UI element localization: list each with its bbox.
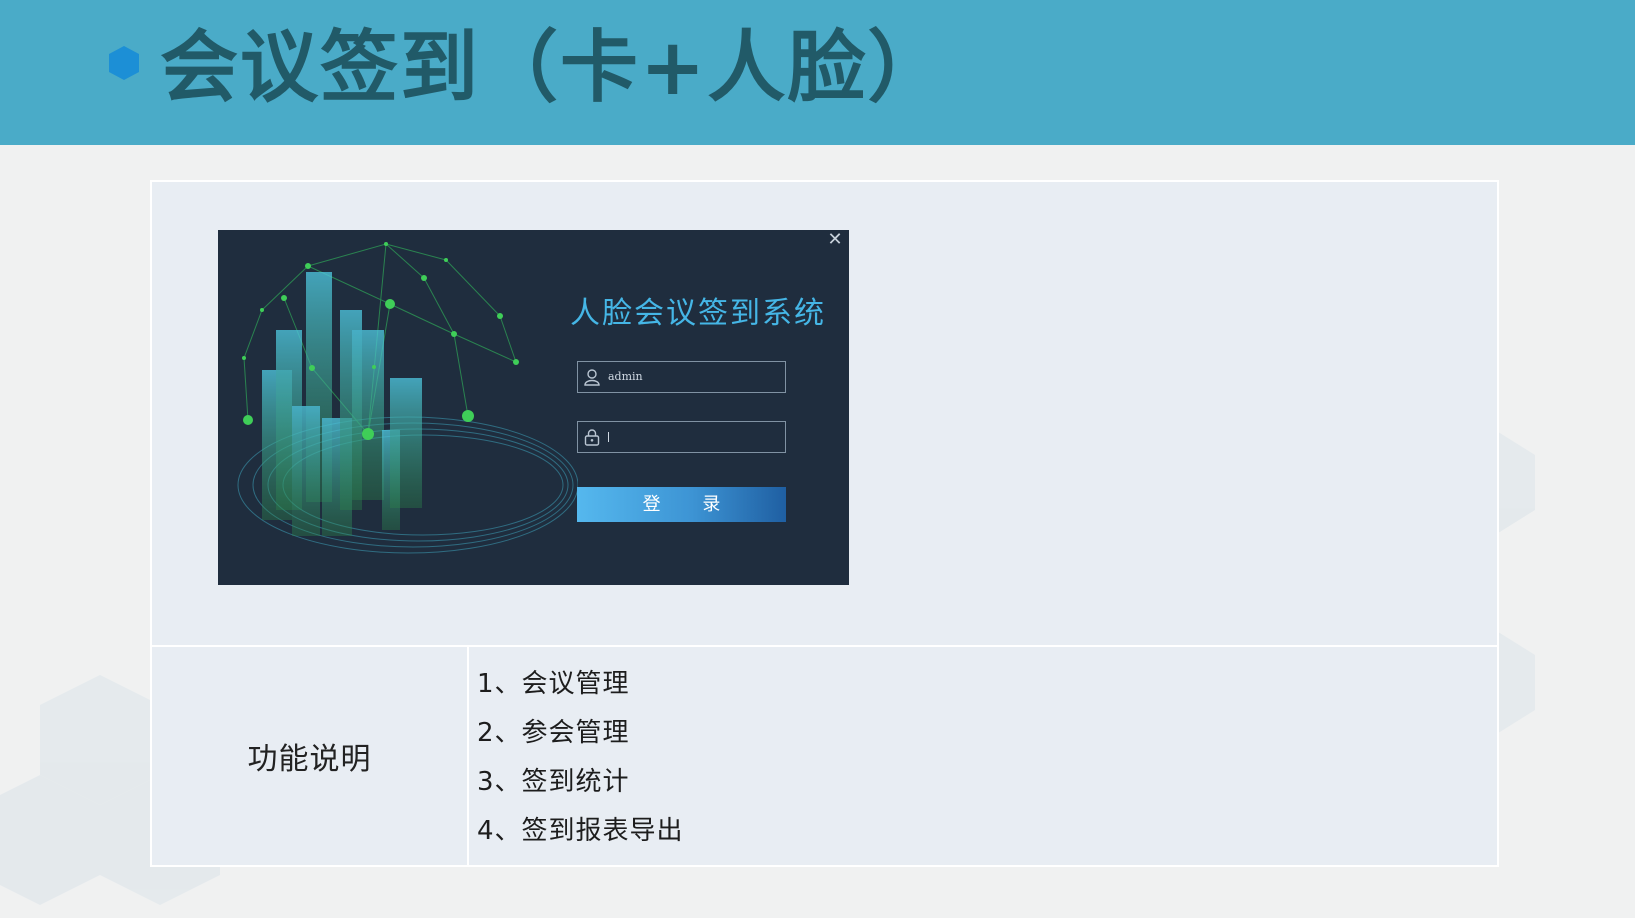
- text-caret: [608, 432, 609, 442]
- city-network-illustration: [237, 242, 578, 554]
- feature-item: 2、参会管理: [477, 718, 630, 748]
- content-panel: ✕ 人脸会议签到系统 admin 登 录 功能说明 1、会议管理 2、参会管理 …: [150, 180, 1499, 867]
- hexagon-icon: [109, 46, 139, 80]
- close-icon[interactable]: ✕: [825, 230, 845, 250]
- screenshot-area: ✕ 人脸会议签到系统 admin 登 录: [152, 182, 1497, 645]
- lock-icon: [584, 429, 600, 446]
- password-field[interactable]: [577, 421, 786, 453]
- login-title: 人脸会议签到系统: [570, 296, 826, 331]
- user-icon: [584, 369, 600, 386]
- username-field[interactable]: admin: [577, 361, 786, 393]
- feature-label: 功能说明: [247, 742, 372, 777]
- feature-list: 1、会议管理 2、参会管理 3、签到统计 4、签到报表导出: [477, 660, 684, 856]
- column-divider: [467, 647, 469, 865]
- login-button[interactable]: 登 录: [577, 487, 786, 522]
- login-window: ✕ 人脸会议签到系统 admin 登 录: [218, 230, 849, 585]
- feature-item: 3、签到统计: [477, 767, 630, 797]
- feature-item: 4、签到报表导出: [477, 816, 684, 846]
- title-bar: 会议签到（卡+人脸）: [0, 0, 1635, 145]
- slide-title: 会议签到（卡+人脸）: [160, 23, 948, 113]
- username-value: admin: [608, 370, 643, 383]
- feature-item: 1、会议管理: [477, 669, 630, 699]
